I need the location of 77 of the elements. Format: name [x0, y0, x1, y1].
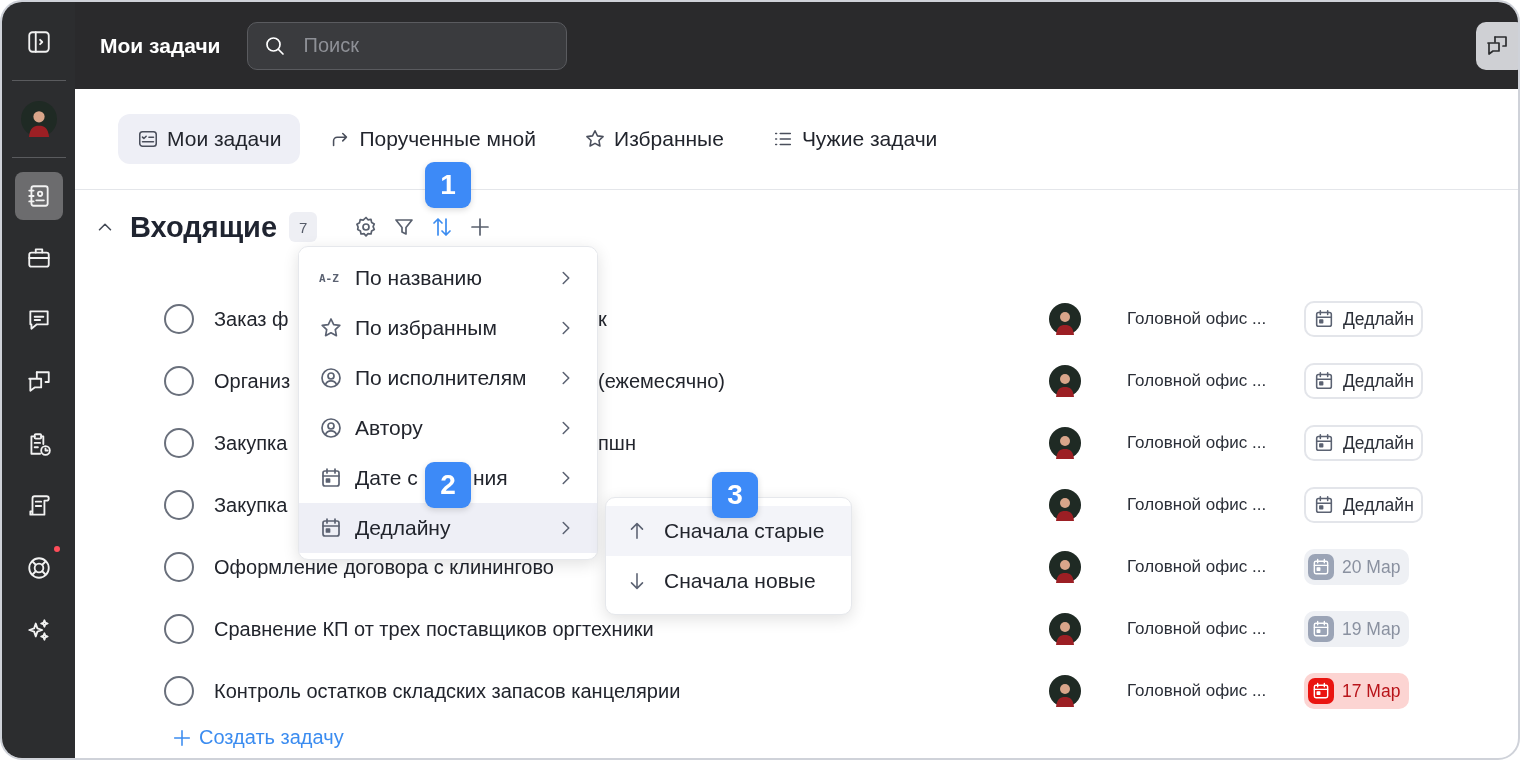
task-title[interactable]: пшн [598, 431, 1049, 455]
menu-item[interactable]: A-Z По названию [299, 253, 597, 303]
tab[interactable]: Избранные [565, 114, 743, 164]
section-title: Входящие [130, 210, 278, 244]
lifebuoy-icon [25, 555, 52, 581]
tab[interactable]: Порученные мной [310, 114, 556, 164]
sidebar-button[interactable] [14, 172, 63, 220]
briefcase-icon [25, 245, 52, 271]
sparkles-icon [25, 617, 52, 643]
calendar-icon [1311, 681, 1331, 701]
step-badge: 2 [425, 462, 471, 508]
star-icon [319, 316, 343, 340]
task-checkbox[interactable] [164, 614, 194, 644]
sidebar-toggle-icon [25, 29, 52, 55]
task-title[interactable]: Оформление договора с клинингово [214, 555, 554, 579]
task-count: 7 [289, 212, 318, 242]
task-location: Головной офис ... [1127, 371, 1268, 391]
task-checkbox[interactable] [164, 490, 194, 520]
menu-item[interactable]: Сначала новые [606, 556, 851, 606]
chats-icon [1485, 34, 1509, 58]
task-location: Головной офис ... [1127, 433, 1268, 453]
calendar-icon [1313, 494, 1335, 516]
avatar [1049, 489, 1081, 521]
page-title: Мои задачи [100, 33, 221, 58]
sort-name-icon: A-Z [319, 271, 339, 285]
avatar [1049, 427, 1081, 459]
header-button[interactable] [1476, 22, 1518, 70]
avatar [1049, 675, 1081, 707]
calendar-icon [1311, 557, 1331, 577]
step-badge: 3 [712, 472, 758, 518]
calendar-icon [319, 466, 343, 490]
calendar-icon [1313, 432, 1335, 454]
checklist-icon [137, 128, 159, 150]
task-checkbox[interactable] [164, 304, 194, 334]
task-location: Головной офис ... [1127, 557, 1268, 577]
task-location: Головной офис ... [1127, 309, 1268, 329]
deadline-button[interactable]: Дедлайн [1304, 487, 1423, 523]
task-checkbox[interactable] [164, 428, 194, 458]
menu-item[interactable]: Дедлайну [299, 503, 597, 553]
task-checkbox[interactable] [164, 552, 194, 582]
menu-item[interactable]: По исполнителям [299, 353, 597, 403]
calendar-icon [1313, 308, 1335, 330]
deadline-button[interactable]: Дедлайн [1304, 363, 1423, 399]
task-location: Головной офис ... [1127, 619, 1268, 639]
due-date-badge[interactable]: 17 Мар [1304, 673, 1409, 709]
avatar [20, 101, 57, 137]
task-location: Головной офис ... [1127, 495, 1268, 515]
chats-icon [25, 369, 52, 395]
task-checkbox[interactable] [164, 676, 194, 706]
task-checkbox[interactable] [164, 366, 194, 396]
notebook-icon [25, 183, 52, 209]
person-circle-icon [319, 416, 343, 440]
calendar-icon [1311, 619, 1331, 639]
avatar [1049, 613, 1081, 645]
task-title[interactable]: к [598, 307, 1049, 331]
menu-item[interactable]: Автору [299, 403, 597, 453]
star-icon [584, 128, 607, 150]
deadline-button[interactable]: Дедлайн [1304, 301, 1423, 337]
avatar [1049, 551, 1081, 583]
person-circle-icon [319, 366, 343, 390]
avatar [1049, 365, 1081, 397]
calendar-icon [319, 516, 343, 540]
notification-dot [53, 546, 60, 552]
search-field[interactable]: Поиск [246, 21, 567, 70]
deadline-button[interactable]: Дедлайн [1304, 425, 1423, 461]
task-location: Головной офис ... [1127, 681, 1268, 701]
step-badge: 1 [425, 162, 471, 208]
tab[interactable]: Чужие задачи [752, 114, 957, 164]
task-title[interactable]: (ежемесячно) [598, 369, 1049, 393]
menu-item[interactable]: Сначала старые [606, 506, 851, 556]
menu-item[interactable]: По избранным [299, 303, 597, 353]
calendar-icon [1313, 370, 1335, 392]
task-title[interactable]: Закупка [214, 493, 288, 517]
avatar [1049, 303, 1081, 335]
task-title[interactable]: Сравнение КП от трех поставщиков оргтехники [214, 617, 654, 641]
tab[interactable]: Мои задачи [118, 114, 301, 164]
task-title[interactable]: Контроль остатков складских запасов канцелярии [214, 679, 681, 703]
